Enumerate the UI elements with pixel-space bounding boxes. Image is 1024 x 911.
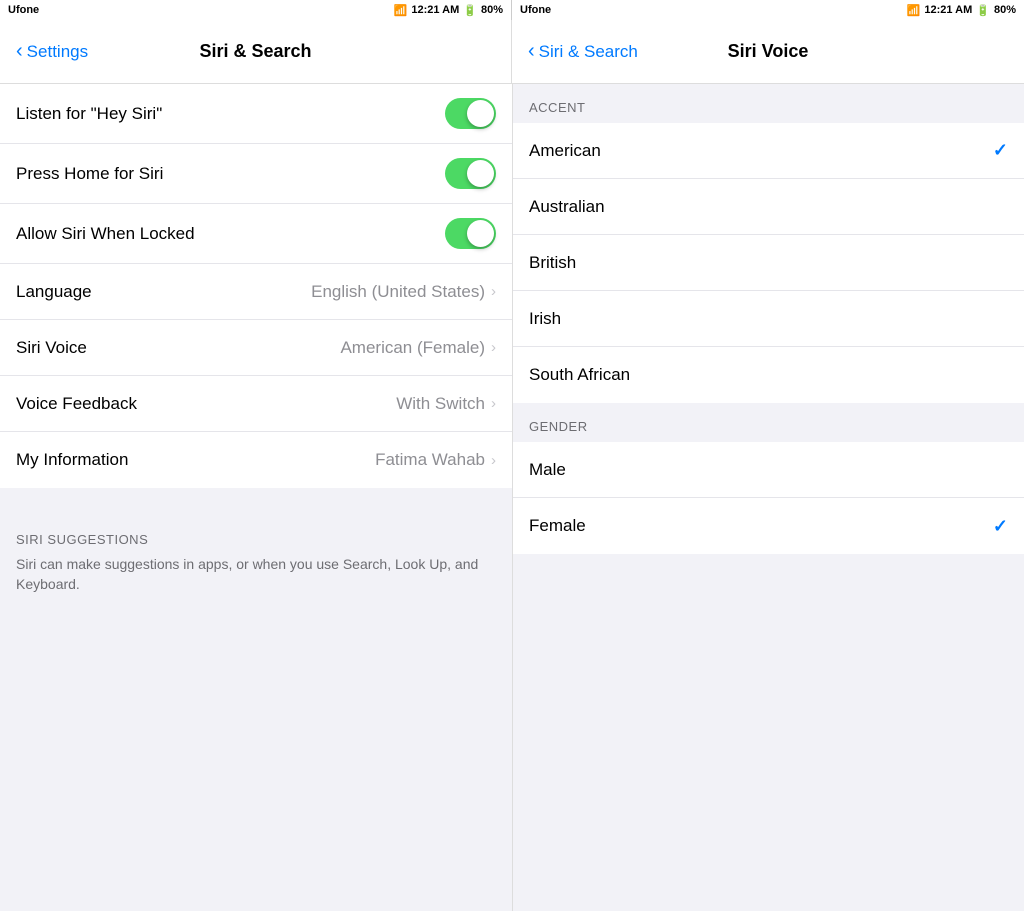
gender-section-header: GENDER — [513, 403, 1024, 442]
siri-voice-value: American (Female) › — [340, 338, 496, 358]
right-status-bar: Ufone 📶 12:21 AM 🔋 80% — [512, 0, 1024, 20]
press-home-siri-row[interactable]: Press Home for Siri — [0, 144, 512, 204]
accent-american-label: American — [529, 141, 601, 161]
siri-voice-row[interactable]: Siri Voice American (Female) › — [0, 320, 512, 376]
accent-list: American ✓ Australian British Irish Sout… — [513, 123, 1024, 403]
right-back-label: Siri & Search — [539, 42, 638, 62]
right-time: 12:21 AM — [924, 4, 972, 16]
status-bar: Ufone 📶 12:21 AM 🔋 80% Ufone 📶 12:21 AM … — [0, 0, 1024, 20]
main-content: Listen for "Hey Siri" Press Home for Sir… — [0, 84, 1024, 911]
accent-british-label: British — [529, 253, 576, 273]
toggle-thumb-3 — [467, 220, 494, 247]
siri-voice-current: American (Female) — [340, 338, 485, 358]
right-wifi-icon: 📶 — [907, 4, 921, 17]
accent-section-header: ACCENT — [513, 84, 1024, 123]
siri-suggestions-section: SIRI SUGGESTIONS Siri can make suggestio… — [0, 524, 512, 610]
left-nav: ‹ Settings Siri & Search — [0, 20, 512, 83]
press-home-siri-label: Press Home for Siri — [16, 164, 163, 184]
right-battery-pct: 80% — [994, 4, 1016, 16]
siri-suggestions-text: Siri can make suggestions in apps, or wh… — [16, 555, 496, 594]
gender-female-checkmark: ✓ — [993, 516, 1008, 537]
gender-female-row[interactable]: Female ✓ — [513, 498, 1024, 554]
toggle-thumb — [467, 100, 494, 127]
listen-hey-siri-toggle[interactable] — [445, 98, 496, 129]
right-back-button[interactable]: ‹ Siri & Search — [528, 40, 638, 63]
left-status-icons: 📶 12:21 AM 🔋 80% — [394, 4, 503, 17]
left-battery-icon: 🔋 — [463, 4, 477, 17]
accent-south-african-row[interactable]: South African — [513, 347, 1024, 403]
right-status-icons: 📶 12:21 AM 🔋 80% — [907, 4, 1016, 17]
language-row[interactable]: Language English (United States) › — [0, 264, 512, 320]
allow-siri-locked-label: Allow Siri When Locked — [16, 224, 195, 244]
language-value: English (United States) › — [311, 282, 496, 302]
accent-australian-row[interactable]: Australian — [513, 179, 1024, 235]
left-back-button[interactable]: ‹ Settings — [16, 40, 88, 63]
voice-feedback-current: With Switch — [396, 394, 485, 414]
accent-american-row[interactable]: American ✓ — [513, 123, 1024, 179]
nav-bar: ‹ Settings Siri & Search ‹ Siri & Search… — [0, 20, 1024, 84]
voice-feedback-chevron-icon: › — [491, 395, 496, 412]
settings-group: Listen for "Hey Siri" Press Home for Sir… — [0, 84, 512, 488]
left-back-chevron-icon: ‹ — [16, 40, 23, 63]
gender-male-label: Male — [529, 460, 566, 480]
gender-list: Male Female ✓ — [513, 442, 1024, 554]
my-information-chevron-icon: › — [491, 452, 496, 469]
siri-voice-chevron-icon: › — [491, 339, 496, 356]
gender-male-row[interactable]: Male — [513, 442, 1024, 498]
left-back-label: Settings — [27, 42, 88, 62]
accent-british-row[interactable]: British — [513, 235, 1024, 291]
accent-irish-label: Irish — [529, 309, 561, 329]
language-label: Language — [16, 282, 92, 302]
left-time: 12:21 AM — [411, 4, 459, 16]
left-panel: Listen for "Hey Siri" Press Home for Sir… — [0, 84, 512, 911]
allow-siri-locked-row[interactable]: Allow Siri When Locked — [0, 204, 512, 264]
accent-australian-label: Australian — [529, 197, 605, 217]
my-information-value: Fatima Wahab › — [375, 450, 496, 470]
listen-hey-siri-row[interactable]: Listen for "Hey Siri" — [0, 84, 512, 144]
voice-feedback-label: Voice Feedback — [16, 394, 137, 414]
siri-suggestions-header: SIRI SUGGESTIONS — [16, 532, 496, 547]
right-battery-icon: 🔋 — [976, 4, 990, 17]
left-carrier: Ufone — [8, 4, 39, 16]
my-information-current: Fatima Wahab — [375, 450, 485, 470]
siri-voice-label: Siri Voice — [16, 338, 87, 358]
language-chevron-icon: › — [491, 283, 496, 300]
left-wifi-icon: 📶 — [394, 4, 408, 17]
right-nav: ‹ Siri & Search Siri Voice — [512, 20, 1024, 83]
accent-irish-row[interactable]: Irish — [513, 291, 1024, 347]
right-nav-title: Siri Voice — [728, 41, 809, 62]
voice-feedback-value: With Switch › — [396, 394, 496, 414]
language-current: English (United States) — [311, 282, 485, 302]
my-information-row[interactable]: My Information Fatima Wahab › — [0, 432, 512, 488]
left-battery-pct: 80% — [481, 4, 503, 16]
left-nav-title: Siri & Search — [199, 41, 311, 62]
toggle-thumb-2 — [467, 160, 494, 187]
right-back-chevron-icon: ‹ — [528, 40, 535, 63]
voice-feedback-row[interactable]: Voice Feedback With Switch › — [0, 376, 512, 432]
listen-hey-siri-label: Listen for "Hey Siri" — [16, 104, 162, 124]
gender-female-label: Female — [529, 516, 586, 536]
accent-south-african-label: South African — [529, 365, 630, 385]
accent-american-checkmark: ✓ — [993, 140, 1008, 161]
right-panel: ACCENT American ✓ Australian British Iri… — [512, 84, 1024, 911]
right-carrier: Ufone — [520, 4, 551, 16]
left-status-bar: Ufone 📶 12:21 AM 🔋 80% — [0, 0, 512, 20]
my-information-label: My Information — [16, 450, 128, 470]
allow-siri-locked-toggle[interactable] — [445, 218, 496, 249]
press-home-siri-toggle[interactable] — [445, 158, 496, 189]
